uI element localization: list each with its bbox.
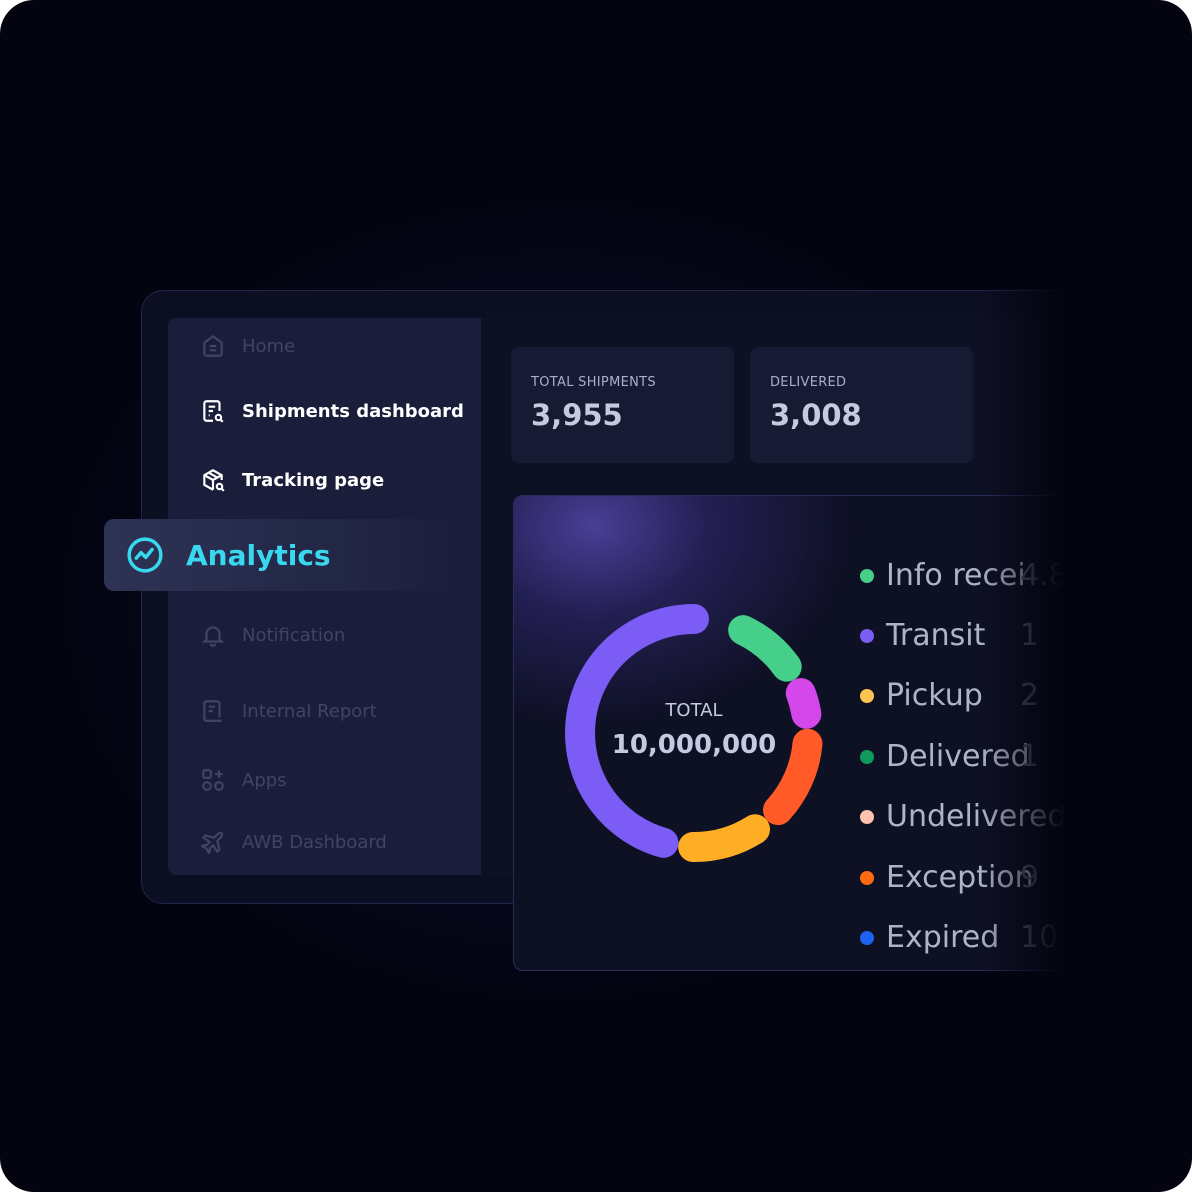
legend-dot [860,930,874,945]
legend-dot [860,809,874,824]
legend-dot [860,568,874,583]
legend-dot [860,749,874,764]
legend-dot [860,688,874,703]
legend-item: Expired10 [860,920,1058,955]
legend-label: Pickup [886,678,983,713]
legend-item: Pickup2 [860,678,1039,713]
legend-label: Transit [886,618,986,653]
legend-item: Transit1 [860,618,1039,653]
background: Home Shipments dashboard Tracking page A… [0,0,1192,1192]
legend-dot [860,628,874,643]
right-fade-overlay [980,250,1192,1010]
legend-dot [860,870,874,885]
donut-center-value: 10,000,000 [611,730,777,760]
donut-center-label: TOTAL [665,700,723,721]
